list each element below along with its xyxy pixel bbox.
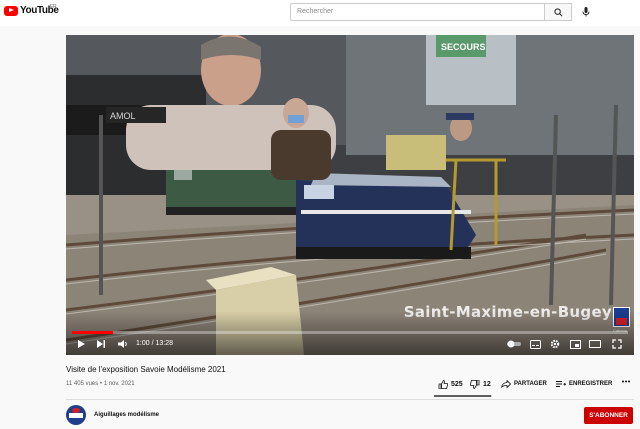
- skip-next-icon: [97, 340, 105, 348]
- theater-mode-icon: [589, 340, 601, 348]
- thumbs-up-icon: [438, 380, 448, 389]
- like-ratio-bar: [434, 395, 492, 397]
- microphone-icon: [582, 7, 590, 17]
- progress-fill: [72, 331, 114, 334]
- view-count: 11 405 vues: [66, 381, 99, 387]
- dislike-button[interactable]: 12: [470, 380, 491, 389]
- autoplay-toggle-icon: [507, 340, 521, 348]
- amol-sign: AMOL: [110, 111, 136, 121]
- settings-button[interactable]: [548, 337, 562, 351]
- time-total: 13:28: [155, 340, 173, 347]
- save-button[interactable]: ENREGISTRER: [556, 380, 612, 388]
- miniplayer-icon: [569, 339, 581, 349]
- subscribe-button[interactable]: S'ABONNER: [584, 407, 633, 424]
- time-display: 1:00 / 13:28: [136, 340, 173, 347]
- dislike-count: 12: [483, 381, 491, 388]
- mute-button[interactable]: [116, 337, 130, 351]
- more-actions-button[interactable]: [622, 380, 630, 383]
- fullscreen-button[interactable]: [610, 337, 624, 351]
- youtube-play-icon: [4, 5, 18, 16]
- next-button[interactable]: [94, 337, 108, 351]
- subtitles-icon: [529, 339, 541, 349]
- channel-name[interactable]: Aiguillages modélisme: [94, 412, 159, 418]
- like-ratio-fill: [434, 395, 491, 397]
- voice-search-button[interactable]: [577, 3, 595, 21]
- share-button[interactable]: PARTAGER: [501, 380, 547, 388]
- gear-icon: [550, 339, 560, 349]
- progress-bar[interactable]: [72, 331, 628, 334]
- playlist-add-icon: [556, 381, 566, 387]
- thumbs-down-icon: [470, 380, 480, 389]
- miniplayer-button[interactable]: [568, 337, 582, 351]
- divider: [66, 399, 634, 400]
- subtitles-button[interactable]: [528, 337, 542, 351]
- play-button[interactable]: [74, 337, 88, 351]
- channel-avatar[interactable]: [66, 405, 86, 425]
- video-title: Visite de l'exposition Savoie Modélisme …: [66, 365, 226, 374]
- upload-date: 1 nov. 2021: [103, 381, 135, 387]
- like-button[interactable]: 525: [438, 380, 463, 389]
- play-icon: [78, 340, 85, 348]
- secours-sign: SECOURS: [441, 42, 486, 52]
- save-label: ENREGISTRER: [569, 381, 613, 387]
- search-input[interactable]: Rechercher: [290, 3, 545, 21]
- video-meta: 11 405 vues • 1 nov. 2021: [66, 381, 135, 387]
- youtube-logo[interactable]: YouTube FR: [4, 4, 59, 16]
- volume-icon: [117, 340, 127, 348]
- country-code: FR: [50, 4, 57, 10]
- like-count: 525: [451, 381, 463, 388]
- search-button[interactable]: [545, 3, 572, 21]
- autoplay-toggle[interactable]: [506, 337, 522, 351]
- time-current: 1:00: [136, 340, 150, 347]
- search-icon: [553, 7, 562, 16]
- more-horizontal-icon: [622, 380, 630, 383]
- share-label: PARTAGER: [514, 381, 547, 387]
- share-icon: [501, 380, 511, 388]
- top-bar: YouTube FR Rechercher: [0, 0, 640, 26]
- theater-mode-button[interactable]: [588, 337, 602, 351]
- video-player[interactable]: SECOURS AMOL Saint-Maxime-en-Bugey Caban…: [66, 35, 634, 355]
- fullscreen-icon: [612, 339, 622, 349]
